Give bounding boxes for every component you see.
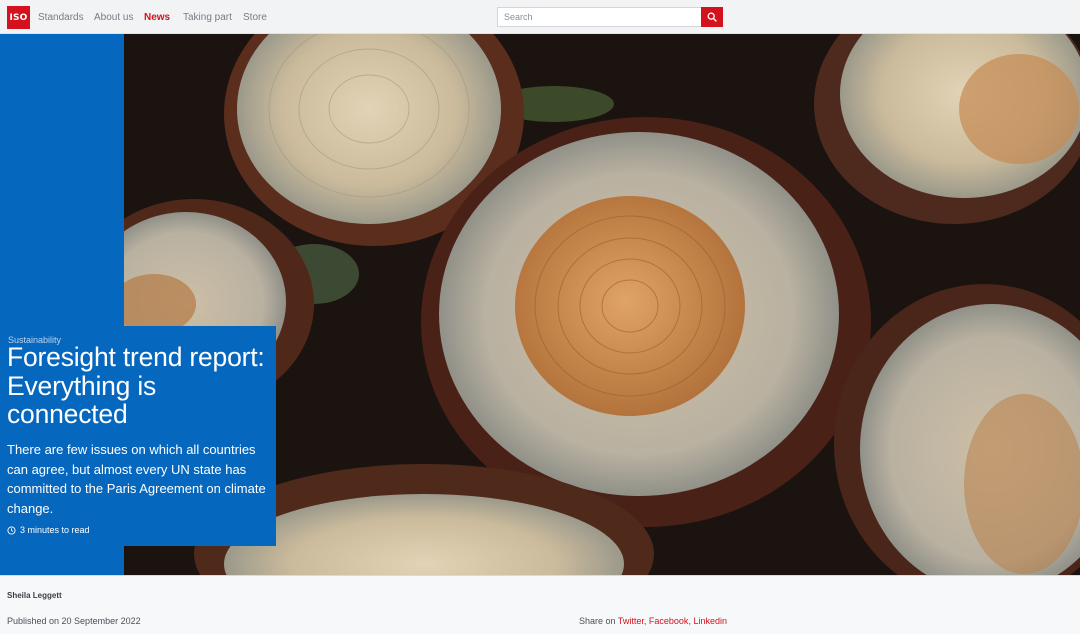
clock-icon [7,525,16,535]
author-name: Sheila Leggett [7,591,62,600]
search-button[interactable] [701,7,723,27]
published-date: Published on 20 September 2022 [7,616,141,626]
share-facebook-link[interactable]: Facebook [649,616,689,626]
nav-item-taking-part[interactable]: Taking part [183,12,232,23]
article-lead: There are few issues on which all countr… [7,442,266,516]
article-info-card: Sustainability Foresight trend report: E… [0,326,276,546]
nav-item-about-us[interactable]: About us [94,12,133,23]
read-time: 3 minutes to read [7,525,90,535]
share-linkedin-link[interactable]: Linkedin [693,616,727,626]
article-meta: Sheila Leggett Published on 20 September… [0,575,1080,634]
share-links: Share on Twitter, Facebook, Linkedin [579,616,727,626]
logo-text: ISO [9,12,28,23]
article-title: Foresight trend report: Everything is co… [7,342,265,429]
read-time-text: 3 minutes to read [20,525,90,535]
iso-logo[interactable]: ISO [7,6,30,29]
nav-item-standards[interactable]: Standards [38,12,84,23]
top-navigation-bar: ISO Standards About us News Taking part … [0,0,1080,34]
share-label: Share on [579,616,616,626]
search-input[interactable]: Search [497,7,702,27]
share-twitter-link[interactable]: Twitter [618,616,644,626]
nav-item-store[interactable]: Store [243,12,267,23]
nav-item-news[interactable]: News [144,12,170,23]
hero-section: Sustainability Foresight trend report: E… [0,34,1080,575]
search-icon [707,12,717,22]
